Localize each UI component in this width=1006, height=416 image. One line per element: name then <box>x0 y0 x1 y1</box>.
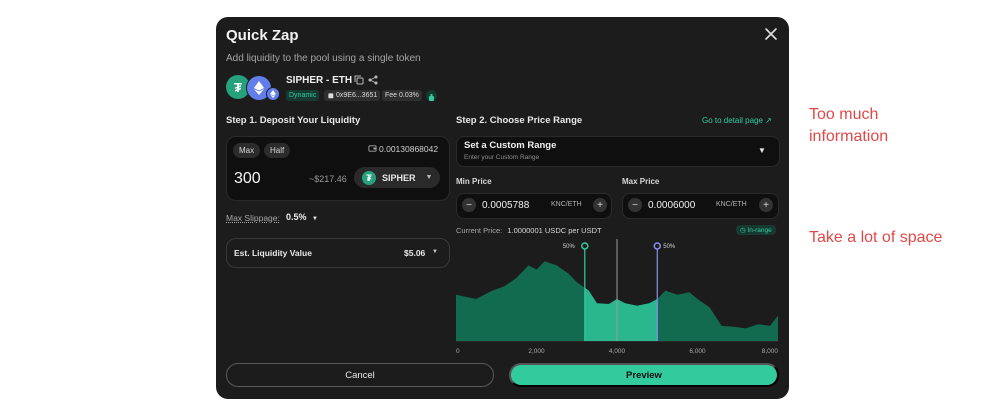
copy-icon <box>328 93 334 99</box>
chain-icon <box>266 87 280 101</box>
chevron-down-icon: ▼ <box>312 216 318 222</box>
range-selector-subtitle: Enter your Custom Range <box>464 154 540 161</box>
fee-badge: Fee 0.03% <box>382 90 422 101</box>
close-icon[interactable] <box>764 27 778 41</box>
x-tick-label: 0 <box>456 348 460 355</box>
max-price-handle-label: 50% <box>663 244 676 250</box>
x-tick-label: 6,000 <box>689 348 706 355</box>
max-price-field[interactable] <box>622 193 779 219</box>
x-tick-label: 2,000 <box>528 348 545 355</box>
token-selector[interactable]: ₮ SIPHER ▼ <box>354 167 440 188</box>
amount-usd: ~$217.46 <box>309 174 347 184</box>
address-text: 0x9E6...3651 <box>336 92 378 99</box>
x-tick-label: 4,000 <box>609 348 626 355</box>
slippage-label: Max Slippage: <box>226 213 280 223</box>
max-price-increase-button[interactable]: + <box>759 198 773 212</box>
amount-input[interactable]: 300 <box>234 170 261 188</box>
max-price-handle[interactable] <box>653 242 661 250</box>
in-range-badge: ◷ In-range <box>736 225 776 235</box>
dynamic-badge: Dynamic <box>286 90 320 101</box>
step-2-label: Step 2. Choose Price Range <box>456 115 583 126</box>
min-price-handle-label: 50% <box>563 244 576 250</box>
chevron-down-icon: ▼ <box>758 146 766 155</box>
share-icon[interactable] <box>368 75 378 85</box>
pair-name: SIPHER - ETH <box>286 75 353 86</box>
sipher-token-icon: ₮ <box>362 170 376 185</box>
slippage-selector[interactable]: 0.5% ▼ <box>286 212 318 222</box>
step-1-label: Step 1. Deposit Your Liquidity <box>226 115 361 126</box>
copy-icon[interactable] <box>354 75 364 85</box>
token-balance: 0.00130868042 <box>379 144 439 154</box>
in-range-icon: ◷ <box>740 227 746 234</box>
wallet-icon <box>368 145 377 152</box>
token-name: SIPHER <box>382 172 416 183</box>
min-price-unit: KNC/ETH <box>551 201 582 208</box>
current-price: Current Price: 1.0000001 USDC per USDT <box>456 226 602 235</box>
max-price-value[interactable]: 0.0006000 <box>648 200 695 211</box>
annotation-note-1: Too much information <box>809 106 889 145</box>
est-liquidity-value: $5.06 <box>404 248 426 258</box>
modal-title: Quick Zap <box>226 27 299 44</box>
current-price-label: Current Price: <box>456 226 503 235</box>
detail-page-link[interactable]: Go to detail page ↗ <box>702 116 772 125</box>
range-selector-title: Set a Custom Range <box>464 140 557 151</box>
chevron-down-icon: ▼ <box>432 249 438 255</box>
slippage-value: 0.5% <box>286 212 307 222</box>
max-price-label: Max Price <box>622 177 660 186</box>
cancel-button[interactable]: Cancel <box>226 363 494 387</box>
x-tick-label: 8,000 <box>762 348 779 355</box>
address-badge[interactable]: 0x9E6...3651 <box>324 90 381 101</box>
min-price-label: Min Price <box>456 177 492 186</box>
in-range-text: In-range <box>747 227 772 234</box>
current-price-value: 1.0000001 USDC per USDT <box>507 226 602 235</box>
half-button[interactable]: Half <box>264 143 291 158</box>
max-button[interactable]: Max <box>233 143 261 158</box>
liquidity-chart[interactable]: 50% 50% 0 2,000 4,000 6,000 8,000 <box>456 239 780 355</box>
quick-zap-modal: Quick Zap Add liquidity to the pool usin… <box>216 17 789 399</box>
min-price-decrease-button[interactable]: − <box>462 198 476 212</box>
min-price-handle[interactable] <box>581 242 589 250</box>
max-price-unit: KNC/ETH <box>716 201 747 208</box>
preview-button[interactable]: Preview <box>509 363 779 387</box>
min-price-increase-button[interactable]: + <box>593 198 607 212</box>
max-price-decrease-button[interactable]: − <box>628 198 642 212</box>
annotation-note-2: Take a lot of space <box>809 229 943 246</box>
min-price-value[interactable]: 0.0005788 <box>482 200 529 211</box>
est-liquidity-label: Est. Liquidity Value <box>234 248 312 258</box>
modal-subtitle: Add liquidity to the pool using a single… <box>226 53 421 64</box>
min-price-field[interactable] <box>456 193 612 219</box>
chevron-down-icon: ▼ <box>425 174 433 181</box>
gift-icon <box>426 90 437 101</box>
